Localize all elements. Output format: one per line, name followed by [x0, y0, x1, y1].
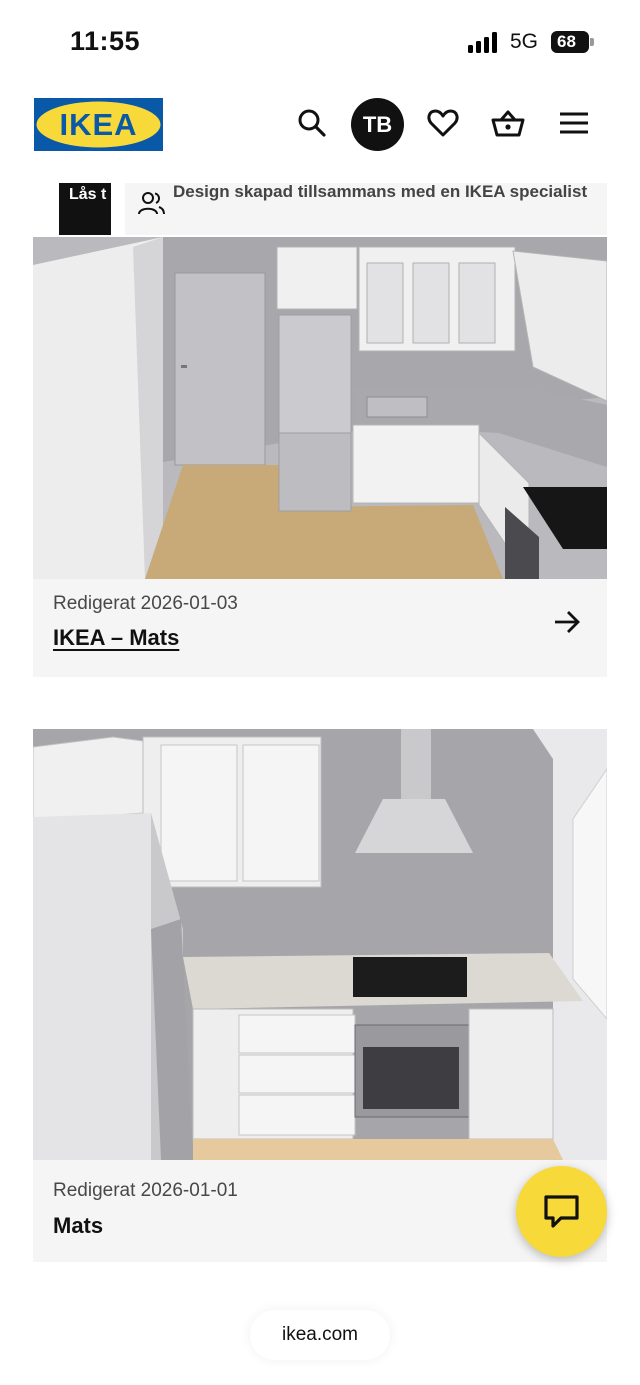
menu-icon[interactable] [556, 105, 592, 141]
ikea-logo[interactable]: IKEA [34, 98, 163, 151]
edited-date: Redigerat 2026-01-01 [53, 1180, 238, 1201]
ikea-logo-graphic: IKEA [34, 98, 163, 151]
battery-level: 68 [557, 32, 576, 51]
status-bar: 11:55 5G 68 [0, 0, 640, 85]
specialist-tag-text: Design skapad tillsammans med en IKEA sp… [173, 182, 588, 201]
kitchen-render-image[interactable] [33, 729, 607, 1160]
app-header: IKEA TB [0, 90, 640, 160]
kitchen-render-graphic [33, 729, 607, 1160]
card-footer: Redigerat 2026-01-03 IKEA – Mats [33, 579, 607, 677]
cellular-signal-icon [468, 31, 502, 53]
browser-url-bar[interactable]: ikea.com [250, 1310, 390, 1360]
chat-button[interactable] [516, 1166, 607, 1257]
card-tag-row: Lås t Design skapad tillsammans med en I… [33, 182, 607, 235]
design-title-link[interactable]: IKEA – Mats [53, 625, 179, 651]
battery-icon: 68 [551, 31, 589, 53]
design-card[interactable]: Redigerat 2026-01-01 Mats [33, 729, 607, 1262]
account-avatar-button[interactable]: TB [351, 98, 404, 151]
heart-icon[interactable] [425, 105, 461, 141]
design-title[interactable]: Mats [53, 1213, 103, 1239]
chat-icon [544, 1195, 579, 1228]
basket-icon[interactable] [490, 105, 526, 141]
status-time: 11:55 [70, 26, 141, 56]
locked-badge: Lås t [59, 183, 111, 235]
kitchen-render-image[interactable] [33, 237, 607, 579]
people-icon [138, 192, 165, 215]
edited-date: Redigerat 2026-01-03 [53, 593, 238, 614]
design-card[interactable]: Lås t Design skapad tillsammans med en I… [33, 182, 607, 677]
search-icon[interactable] [294, 105, 330, 141]
battery-tip [590, 38, 594, 46]
kitchen-render-graphic [33, 237, 607, 579]
svg-text:IKEA: IKEA [59, 107, 137, 142]
network-type: 5G [510, 30, 539, 53]
arrow-right-icon[interactable] [551, 606, 583, 638]
specialist-tag: Design skapad tillsammans med en IKEA sp… [125, 182, 607, 235]
